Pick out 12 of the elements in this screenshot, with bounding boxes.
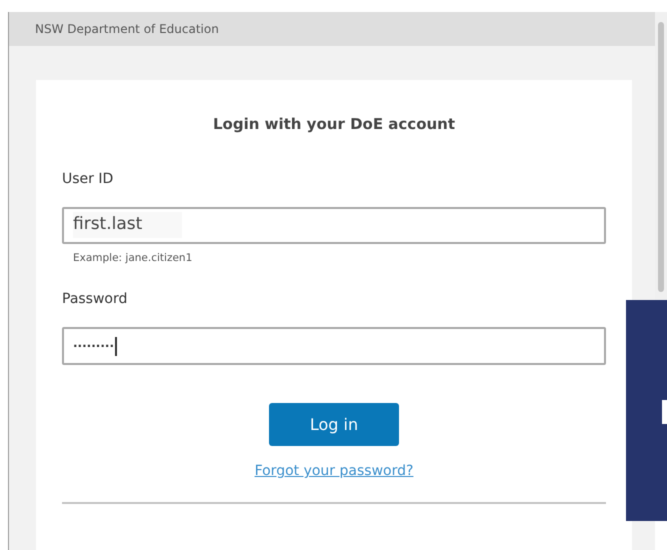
forgot-password-link[interactable]: Forgot your password? [254,461,414,482]
field-label: Password [62,290,128,310]
field-value: first.last [73,212,182,238]
field-hint: Example: jane.citizen1 [73,250,192,266]
field-value: ......... [73,335,114,352]
field-label: User ID [62,170,114,188]
scrollbar[interactable] [655,12,667,302]
form-heading: Login with your DoE account [212,114,456,135]
password-field[interactable]: ......... [62,327,606,366]
login-button[interactable]: Log in [269,403,399,446]
window-title: NSW Department of Education [35,21,219,38]
user-id-field[interactable]: first.last [62,206,606,244]
